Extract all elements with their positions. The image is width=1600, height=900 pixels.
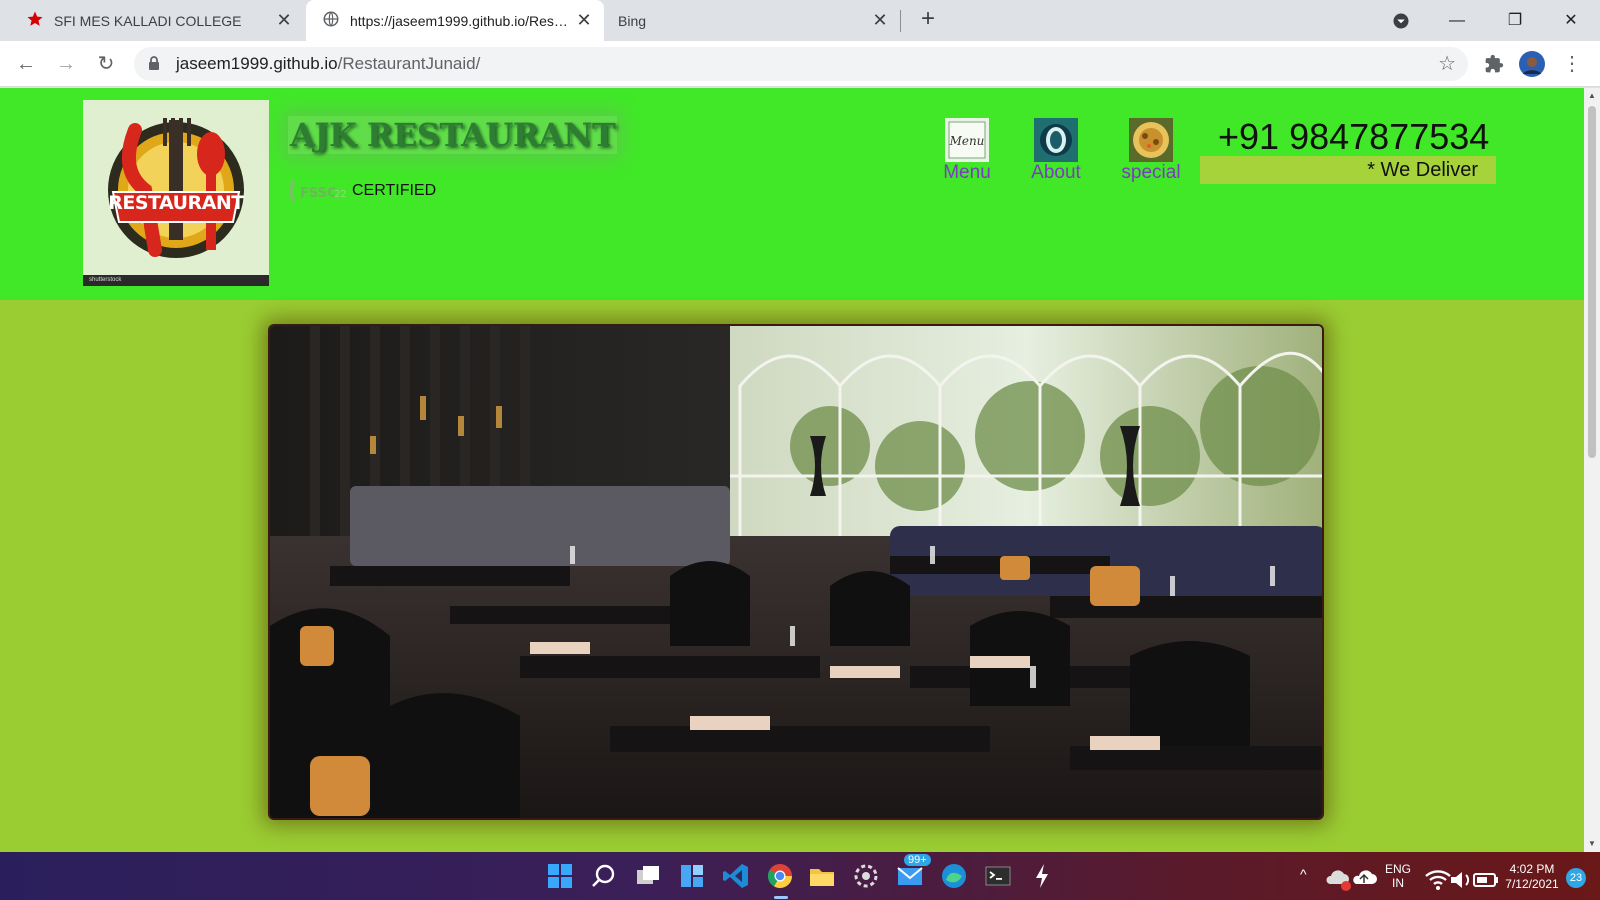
app-lightning-icon[interactable] bbox=[1028, 862, 1056, 890]
special-dish-icon bbox=[1129, 118, 1173, 162]
clock[interactable]: 4:02 PM 7/12/2021 bbox=[1496, 862, 1568, 892]
address-bar[interactable]: jaseem1999.github.io/RestaurantJunaid/ ☆ bbox=[134, 47, 1468, 81]
page-viewport: RESTAURANT shutterstock AJK RESTAURANT F… bbox=[0, 88, 1584, 852]
certified-label: CERTIFIED bbox=[352, 182, 437, 199]
tab-title: https://jaseem1999.github.io/Restau bbox=[350, 12, 570, 29]
delivery-tagline: * We Deliver bbox=[1200, 156, 1496, 184]
menu-card-icon: Menu bbox=[945, 118, 989, 162]
globe-icon bbox=[322, 10, 340, 31]
clock-date: 7/12/2021 bbox=[1505, 877, 1559, 891]
url-host: jaseem1999.github.io bbox=[176, 54, 338, 73]
nav-menu[interactable]: Menu Menu bbox=[940, 118, 994, 184]
widgets-icon[interactable] bbox=[678, 862, 706, 890]
tab-title: Bing bbox=[618, 12, 647, 29]
fssc-logo-text: FSSC bbox=[300, 186, 337, 201]
tab-active[interactable]: https://jaseem1999.github.io/Restau ✕ bbox=[306, 0, 604, 41]
scroll-up-arrow-icon[interactable]: ▲ bbox=[1584, 88, 1600, 104]
active-app-indicator bbox=[774, 896, 788, 899]
windows-taskbar: 99+ ^ ENG IN 4:02 PM 7/12/2021 23 bbox=[0, 852, 1600, 900]
nav-special[interactable]: special bbox=[1118, 118, 1184, 184]
onedrive-cloud-icon[interactable] bbox=[1350, 864, 1378, 892]
close-icon[interactable]: ✕ bbox=[274, 10, 294, 30]
forward-arrow-icon[interactable]: → bbox=[52, 50, 80, 78]
close-window-button[interactable]: ✕ bbox=[1556, 6, 1586, 36]
show-hidden-icons-chevron-icon[interactable]: ^ bbox=[1300, 866, 1307, 882]
profile-avatar[interactable] bbox=[1518, 50, 1546, 78]
region-code: IN bbox=[1392, 876, 1404, 890]
svg-text:22: 22 bbox=[334, 189, 347, 200]
close-icon[interactable]: ✕ bbox=[870, 10, 890, 30]
page-scrollbar[interactable]: ▲ ▼ bbox=[1584, 88, 1600, 852]
bookmark-star-icon[interactable]: ☆ bbox=[1438, 51, 1456, 76]
browser-tab-strip: SFI MES KALLADI COLLEGE ✕ https://jaseem… bbox=[0, 0, 1600, 41]
phone-number[interactable]: +91 9847877534 bbox=[1218, 116, 1489, 158]
logo-text: RESTAURANT bbox=[108, 192, 244, 214]
cloud-error-icon[interactable] bbox=[1324, 864, 1352, 892]
svg-text:Menu: Menu bbox=[949, 134, 985, 148]
mail-icon[interactable] bbox=[896, 862, 924, 890]
windows-start-icon[interactable] bbox=[546, 862, 574, 890]
restore-button[interactable]: ❐ bbox=[1500, 6, 1530, 36]
red-star-icon bbox=[26, 10, 44, 31]
close-icon[interactable]: ✕ bbox=[574, 10, 594, 30]
reload-icon[interactable]: ↻ bbox=[92, 50, 120, 78]
tab-sfi-mes[interactable]: SFI MES KALLADI COLLEGE ✕ bbox=[8, 0, 304, 41]
scroll-thumb[interactable] bbox=[1588, 106, 1596, 458]
nav-menu-label: Menu bbox=[943, 162, 991, 183]
more-menu-icon[interactable]: ⋮ bbox=[1558, 50, 1586, 78]
new-tab-button[interactable]: + bbox=[916, 7, 940, 32]
url-text: jaseem1999.github.io/RestaurantJunaid/ bbox=[176, 54, 480, 74]
task-view-icon[interactable] bbox=[634, 862, 662, 890]
back-arrow-icon[interactable]: ← bbox=[12, 50, 40, 78]
site-header: RESTAURANT shutterstock AJK RESTAURANT F… bbox=[0, 88, 1584, 300]
tab-separator bbox=[900, 10, 901, 32]
edge-icon[interactable] bbox=[940, 862, 968, 890]
language-code: ENG bbox=[1384, 862, 1411, 876]
tab-bing[interactable]: Bing ✕ bbox=[606, 0, 900, 41]
extensions-puzzle-icon[interactable] bbox=[1480, 50, 1508, 78]
nav-about-label: About bbox=[1031, 162, 1081, 183]
fssc-logo-icon: FSSC 22 bbox=[289, 179, 347, 203]
chrome-icon[interactable] bbox=[766, 862, 794, 890]
terminal-icon[interactable] bbox=[984, 862, 1012, 890]
certification-badge: FSSC 22 CERTIFIED bbox=[288, 176, 436, 206]
nav-about[interactable]: About bbox=[1026, 118, 1086, 184]
tab-search-icon[interactable] bbox=[1386, 6, 1416, 36]
nav-special-label: special bbox=[1121, 162, 1181, 183]
scroll-down-arrow-icon[interactable]: ▼ bbox=[1584, 836, 1600, 852]
lock-icon bbox=[149, 56, 159, 70]
notification-count-badge[interactable]: 23 bbox=[1566, 868, 1586, 888]
settings-gear-icon[interactable] bbox=[852, 862, 880, 890]
browser-toolbar: ← → ↻ jaseem1999.github.io/RestaurantJun… bbox=[0, 41, 1600, 87]
restaurant-interior-image bbox=[268, 324, 1324, 820]
clock-time: 4:02 PM bbox=[1509, 862, 1555, 876]
mail-badge: 99+ bbox=[904, 854, 931, 866]
brand-title: AJK RESTAURANT bbox=[288, 116, 618, 154]
tab-title: SFI MES KALLADI COLLEGE bbox=[54, 12, 242, 29]
vscode-icon[interactable] bbox=[722, 862, 750, 890]
language-indicator[interactable]: ENG IN bbox=[1380, 862, 1416, 890]
about-circle-icon bbox=[1034, 118, 1078, 162]
restaurant-logo[interactable]: RESTAURANT shutterstock bbox=[83, 100, 269, 286]
minimize-button[interactable]: — bbox=[1442, 6, 1472, 36]
url-path: /RestaurantJunaid/ bbox=[337, 54, 481, 73]
file-explorer-icon[interactable] bbox=[808, 862, 836, 890]
search-icon[interactable] bbox=[590, 862, 618, 890]
logo-watermark: shutterstock bbox=[83, 275, 269, 286]
